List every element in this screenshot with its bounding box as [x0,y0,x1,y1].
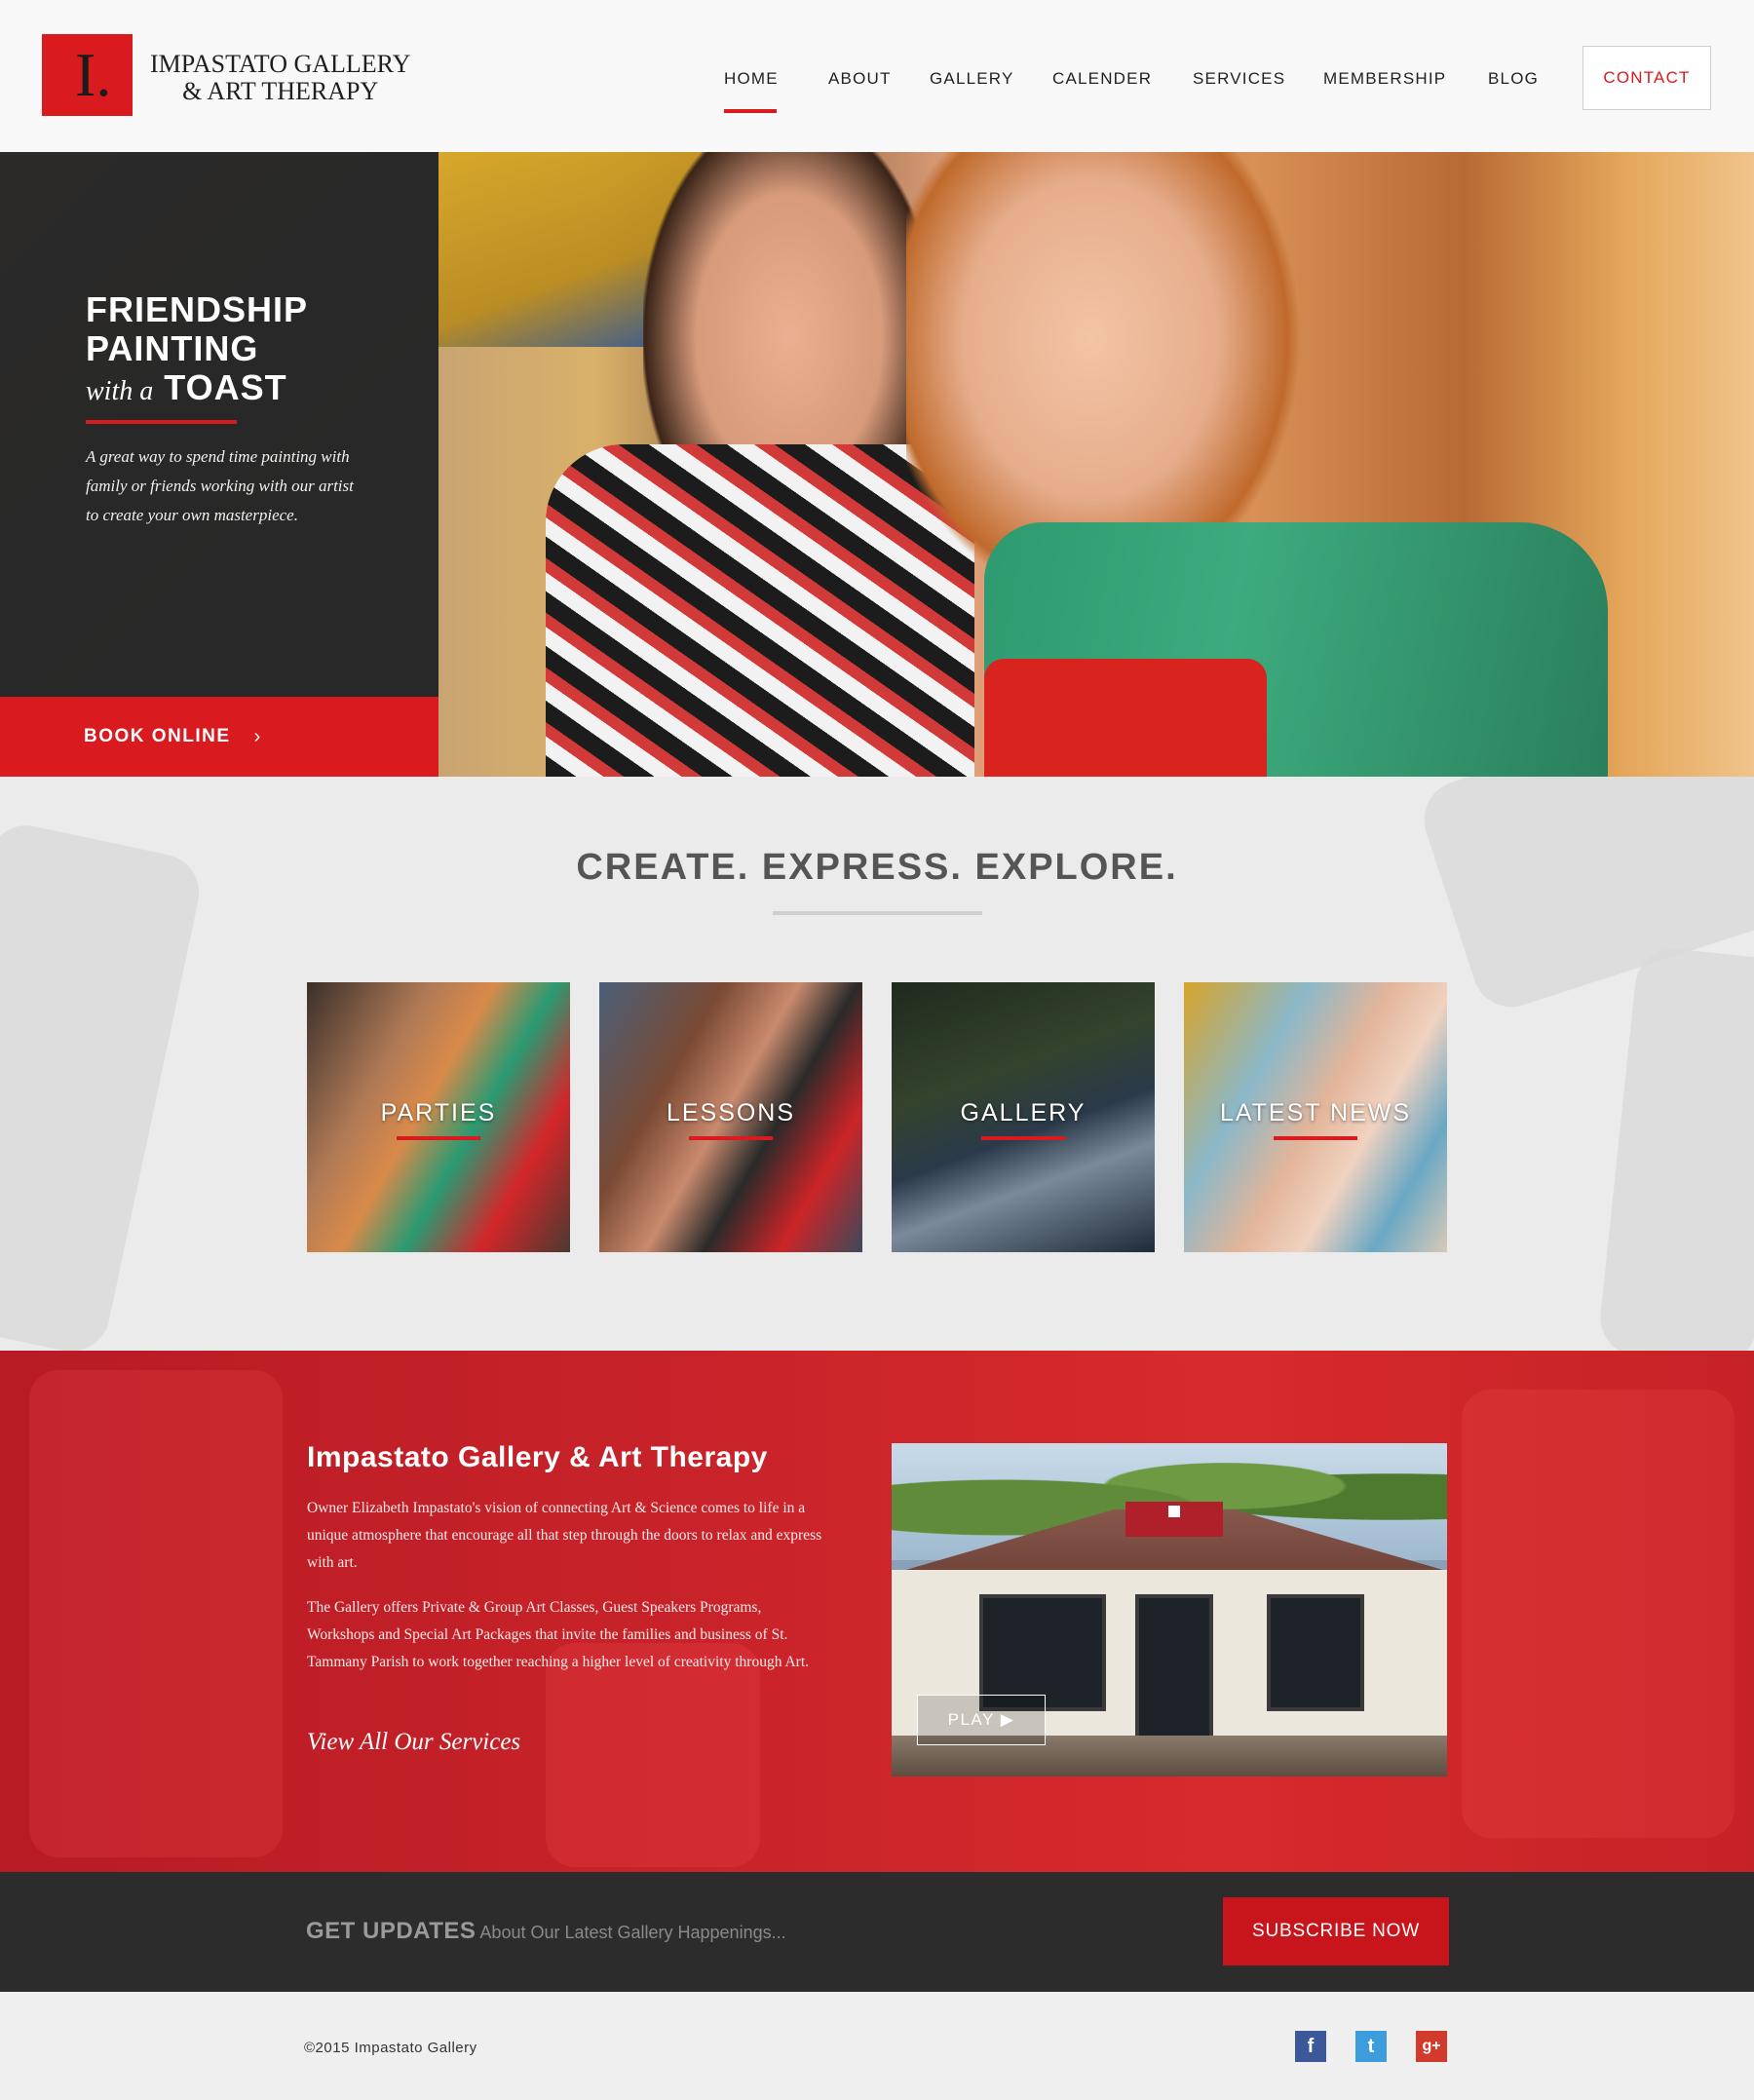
view-services-link[interactable]: View All Our Services [307,1729,520,1756]
services-section: CREATE. EXPRESS. EXPLORE. PARTIES LESSON… [0,777,1754,1351]
newsletter-heading: GET UPDATES [306,1918,477,1944]
nav-home[interactable]: HOME [724,69,779,89]
nav-blog[interactable]: BLOG [1488,69,1539,89]
tile-parties-underline [397,1136,480,1140]
logo-letter: I. [75,40,112,109]
brush-stroke-right [1596,944,1754,1351]
hero-title-toast: TOAST [164,367,287,407]
about-section: Impastato Gallery & Art Therapy Owner El… [0,1351,1754,1872]
video-thumb-window-right [1267,1594,1364,1711]
hero-title-line1: FRIENDSHIP [86,289,309,329]
google-plus-icon[interactable]: g+ [1416,2031,1447,2062]
tile-parties-label: PARTIES [380,1099,497,1126]
video-thumb-door [1135,1594,1213,1740]
book-online-button[interactable]: BOOK ONLINE › [0,697,438,777]
play-button[interactable]: PLAY ▶ [917,1695,1046,1745]
hero-description: A great way to spend time painting with … [86,447,354,524]
tile-gallery-label: GALLERY [960,1099,1087,1126]
site-footer: ©2015 Impastato Gallery f t g+ [0,1992,1754,2100]
hero-banner: FRIENDSHIP PAINTING with a TOAST A great… [0,152,1754,777]
logo-wordmark[interactable]: IMPASTATO GALLERY & ART THERAPY [150,51,410,105]
hero-title-with: with a [86,376,154,406]
nav-about[interactable]: ABOUT [828,69,892,89]
tile-parties[interactable]: PARTIES [307,982,570,1252]
background-easel-left [29,1370,283,1857]
hero-text-panel [0,152,438,697]
twitter-icon[interactable]: t [1355,2031,1387,2062]
logo-mark[interactable]: I. [42,34,133,116]
facebook-icon[interactable]: f [1295,2031,1326,2062]
video-thumb-sign-logo [1168,1506,1180,1517]
tile-gallery-underline [981,1136,1065,1140]
about-paragraph-1: Owner Elizabeth Impastato's vision of co… [307,1500,822,1571]
newsletter-subtext: About Our Latest Gallery Happenings... [479,1923,786,1942]
tile-latest-news[interactable]: LATEST NEWS [1184,982,1447,1252]
video-player[interactable]: PLAY ▶ [892,1443,1447,1776]
nav-services[interactable]: SERVICES [1193,69,1285,89]
logo-name-line2: & ART THERAPY [182,77,379,105]
newsletter-bar: GET UPDATES About Our Latest Gallery Hap… [0,1872,1754,1992]
background-easel-center [546,1643,760,1867]
hero-photo-apron [984,659,1267,777]
hero-title-line2: PAINTING [86,328,259,368]
hero-title-line3: with a TOAST [86,368,308,411]
nav-gallery[interactable]: GALLERY [930,69,1014,89]
contact-button[interactable]: CONTACT [1582,46,1711,110]
nav-active-indicator [724,109,777,113]
video-thumb-window-left [979,1594,1106,1711]
book-online-label: BOOK ONLINE [84,726,231,746]
chevron-right-icon: › [253,725,262,747]
nav-calender[interactable]: CALENDER [1052,69,1152,89]
about-title: Impastato Gallery & Art Therapy [307,1441,768,1473]
nav-membership[interactable]: MEMBERSHIP [1323,69,1446,89]
tile-gallery[interactable]: GALLERY [892,982,1155,1252]
tile-latest-news-underline [1274,1136,1357,1140]
section-title: CREATE. EXPRESS. EXPLORE. [576,847,1178,888]
hero-title-underline [86,420,237,424]
tile-lessons[interactable]: LESSONS [599,982,862,1252]
tile-latest-news-label: LATEST NEWS [1219,1099,1412,1126]
site-header: I. IMPASTATO GALLERY & ART THERAPY HOME … [0,0,1754,152]
section-title-underline [773,911,982,915]
tile-lessons-label: LESSONS [666,1099,796,1126]
hero-title: FRIENDSHIP PAINTING with a TOAST [86,290,308,411]
about-paragraph-2: The Gallery offers Private & Group Art C… [307,1599,809,1670]
subscribe-button[interactable]: SUBSCRIBE NOW [1223,1897,1449,1966]
logo-name-line1: IMPASTATO GALLERY [150,50,411,78]
video-thumb-sign [1125,1502,1223,1537]
brush-stroke-left [0,818,207,1351]
newsletter-text: GET UPDATES About Our Latest Gallery Hap… [306,1918,786,1945]
background-person-right [1462,1390,1735,1838]
copyright-text: ©2015 Impastato Gallery [304,2040,477,2056]
tile-lessons-underline [689,1136,773,1140]
